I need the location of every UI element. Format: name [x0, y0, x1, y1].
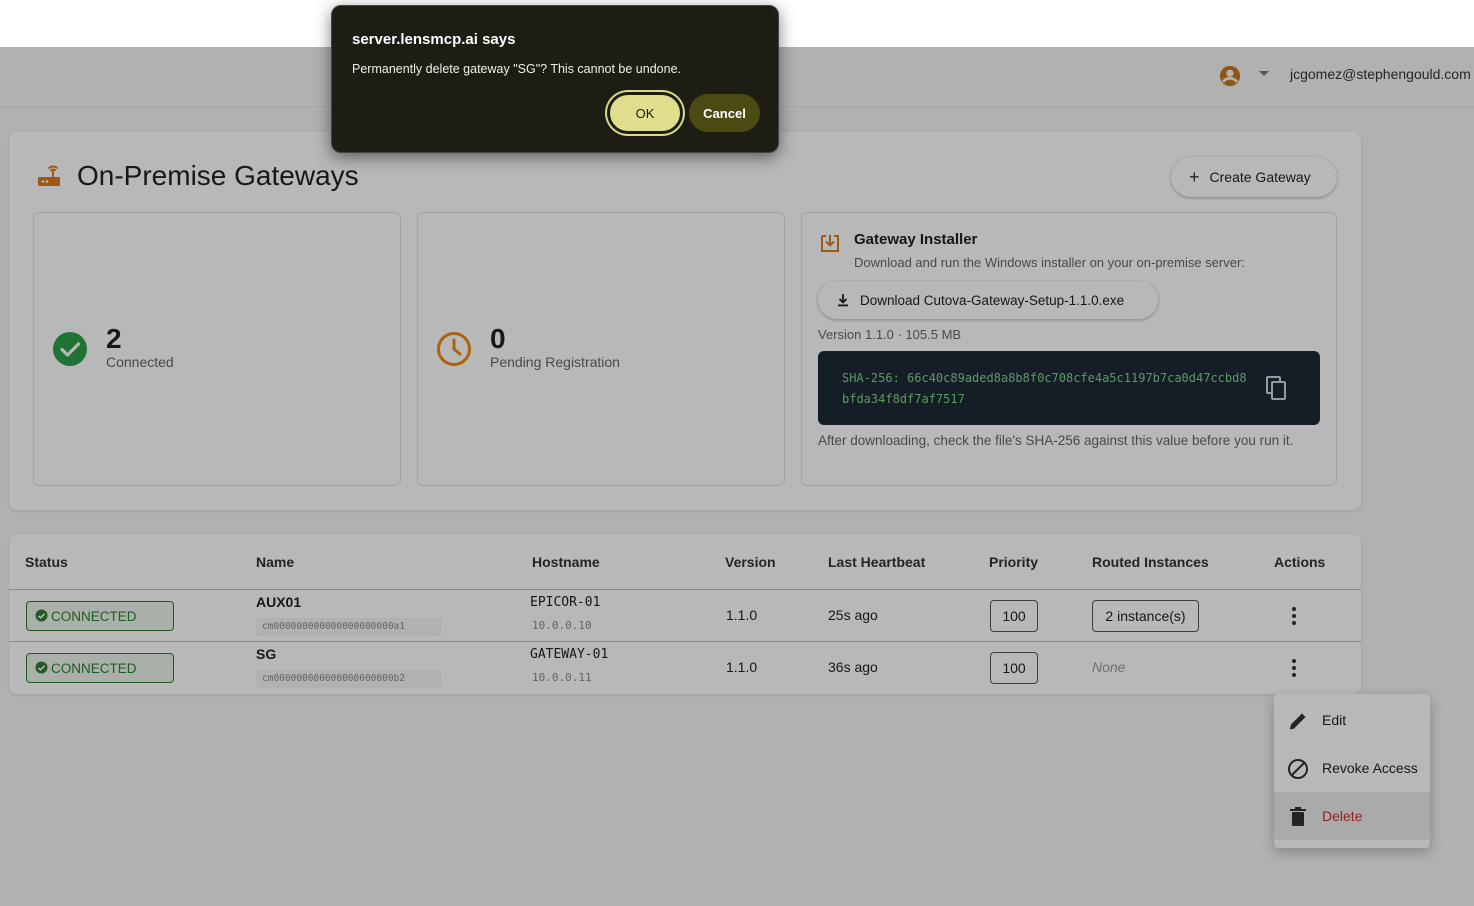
sha256-text: SHA-256: 66c40c89aded8a8b8f0c708cfe4a5c1…: [842, 371, 1247, 406]
menu-item-delete[interactable]: Delete: [1274, 792, 1430, 840]
user-email[interactable]: jcgomez@stephengould.com: [1290, 66, 1471, 82]
table-row: CONNECTED SG cm000000000000000000000b2 G…: [9, 642, 1361, 694]
column-header-name[interactable]: Name: [256, 554, 294, 570]
dialog-title: server.lensmcp.ai says: [352, 31, 516, 48]
kebab-icon[interactable]: [1284, 656, 1304, 680]
download-box-icon: [821, 235, 839, 252]
installer-title: Gateway Installer: [854, 231, 978, 248]
kebab-icon[interactable]: [1284, 604, 1304, 628]
menu-item-edit[interactable]: Edit: [1274, 696, 1430, 744]
pending-label: Pending Registration: [490, 354, 620, 370]
status-badge: CONNECTED: [26, 601, 174, 631]
status-label: CONNECTED: [51, 608, 137, 624]
gateway-ip: 10.0.0.10: [532, 619, 592, 632]
status-badge: CONNECTED: [26, 653, 174, 683]
column-header-actions: Actions: [1274, 554, 1326, 570]
plus-icon: +: [1189, 166, 1200, 187]
pending-stat-card: 0 Pending Registration: [417, 212, 785, 486]
download-installer-label: Download Cutova-Gateway-Setup-1.1.0.exe: [860, 292, 1125, 308]
status-label: CONNECTED: [51, 660, 137, 676]
gateway-id: cm000000000000000000000a1: [256, 618, 442, 636]
column-header-status[interactable]: Status: [25, 554, 68, 570]
menu-item-revoke-access[interactable]: Revoke Access: [1274, 744, 1430, 792]
copy-icon[interactable]: [1264, 375, 1288, 401]
pending-count: 0: [490, 323, 506, 354]
menu-item-label: Revoke Access: [1322, 760, 1418, 776]
routed-instances-none: None: [1092, 659, 1126, 675]
column-header-routed-instances[interactable]: Routed Instances: [1092, 554, 1209, 570]
router-icon: [38, 165, 60, 186]
gateway-id: cm000000000000000000000b2: [256, 670, 442, 688]
column-header-version[interactable]: Version: [725, 554, 776, 570]
row-actions-menu: Edit Revoke Access Delete: [1274, 694, 1430, 848]
installer-description: Download and run the Windows installer o…: [854, 255, 1245, 270]
pencil-icon: [1289, 713, 1306, 730]
gateway-heartbeat: 36s ago: [828, 659, 878, 675]
gateway-version: 1.1.0: [726, 607, 758, 623]
download-icon: [838, 294, 848, 307]
column-header-last-heartbeat[interactable]: Last Heartbeat: [828, 554, 925, 570]
column-header-priority[interactable]: Priority: [989, 554, 1038, 570]
create-gateway-button[interactable]: + Create Gateway: [1171, 157, 1337, 197]
confirm-dialog: server.lensmcp.ai says Permanently delet…: [331, 5, 779, 153]
gateway-installer-card: Gateway Installer Download and run the W…: [801, 212, 1337, 486]
page-title: On-Premise Gateways: [77, 160, 359, 191]
gateways-summary-card: On-Premise Gateways + Create Gateway 2 C…: [9, 132, 1361, 510]
routed-instances-chip[interactable]: 2 instance(s): [1092, 600, 1199, 632]
create-gateway-label: Create Gateway: [1209, 169, 1311, 185]
block-icon: [1288, 759, 1308, 779]
gateway-ip: 10.0.0.11: [532, 671, 592, 684]
clock-icon: [437, 332, 471, 366]
column-header-hostname[interactable]: Hostname: [532, 554, 600, 570]
check-circle-icon: [35, 661, 48, 674]
gateway-name: SG: [256, 646, 277, 662]
priority-field[interactable]: 100: [990, 652, 1038, 684]
table-row: CONNECTED AUX01 cm000000000000000000000a…: [9, 590, 1361, 642]
trash-icon: [1290, 807, 1306, 826]
gateway-hostname: GATEWAY-01: [530, 647, 609, 662]
ok-button[interactable]: OK: [607, 92, 683, 134]
sha256-box: SHA-256: 66c40c89aded8a8b8f0c708cfe4a5c1…: [818, 351, 1320, 425]
download-installer-button[interactable]: Download Cutova-Gateway-Setup-1.1.0.exe: [818, 281, 1158, 319]
gateway-heartbeat: 25s ago: [828, 607, 878, 623]
priority-field[interactable]: 100: [990, 600, 1038, 632]
menu-item-label: Edit: [1322, 712, 1347, 728]
check-circle-icon: [35, 609, 48, 622]
dialog-message: Permanently delete gateway "SG"? This ca…: [352, 62, 681, 76]
gateway-version: 1.1.0: [726, 659, 758, 675]
gateways-table: Status Name Hostname Version Last Heartb…: [9, 534, 1361, 694]
connected-label: Connected: [106, 354, 174, 370]
connected-count: 2: [106, 323, 122, 354]
installer-note: After downloading, check the file's SHA-…: [818, 433, 1294, 448]
menu-item-label: Delete: [1322, 808, 1363, 824]
installer-version: Version 1.1.0 · 105.5 MB: [818, 327, 962, 342]
account-circle-icon[interactable]: [1219, 65, 1241, 87]
cancel-button[interactable]: Cancel: [689, 94, 760, 132]
gateway-name: AUX01: [256, 594, 302, 610]
check-circle-icon: [53, 332, 87, 366]
gateway-hostname: EPICOR-01: [530, 595, 601, 610]
connected-stat-card: 2 Connected: [33, 212, 401, 486]
caret-down-icon[interactable]: [1259, 71, 1269, 76]
